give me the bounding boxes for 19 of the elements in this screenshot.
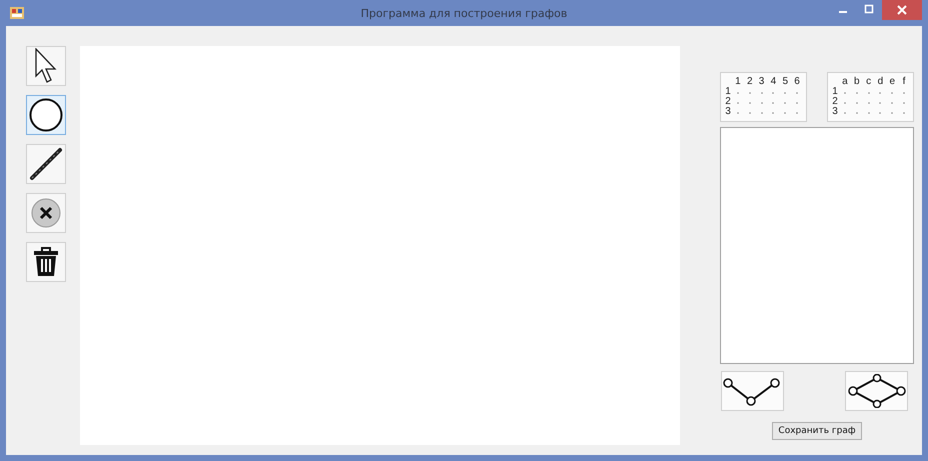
cycle-graph-icon: [848, 374, 906, 408]
matrix-button[interactable]: a b c d e f 1 2 3: [827, 72, 914, 122]
tool-button[interactable]: [26, 95, 66, 135]
app-icon: [10, 7, 24, 19]
tool-button[interactable]: [26, 46, 66, 86]
line-icon: [29, 147, 63, 181]
tool-button[interactable]: [26, 144, 66, 184]
cursor-icon: [34, 48, 58, 84]
tool-button[interactable]: [26, 242, 66, 282]
close-icon[interactable]: [882, 0, 922, 20]
delete-icon: [31, 198, 61, 228]
graph-button[interactable]: [721, 371, 784, 411]
graph-button[interactable]: [845, 371, 908, 411]
tool-button[interactable]: [26, 193, 66, 233]
trash-icon: [33, 247, 59, 277]
window-title: Программа для построения графов: [360, 6, 568, 20]
circle-icon: [29, 98, 63, 132]
save-button[interactable]: Сохранить граф: [772, 422, 862, 440]
matrix-button[interactable]: 1 2 3 4 5 6 1 2 3: [720, 72, 807, 122]
